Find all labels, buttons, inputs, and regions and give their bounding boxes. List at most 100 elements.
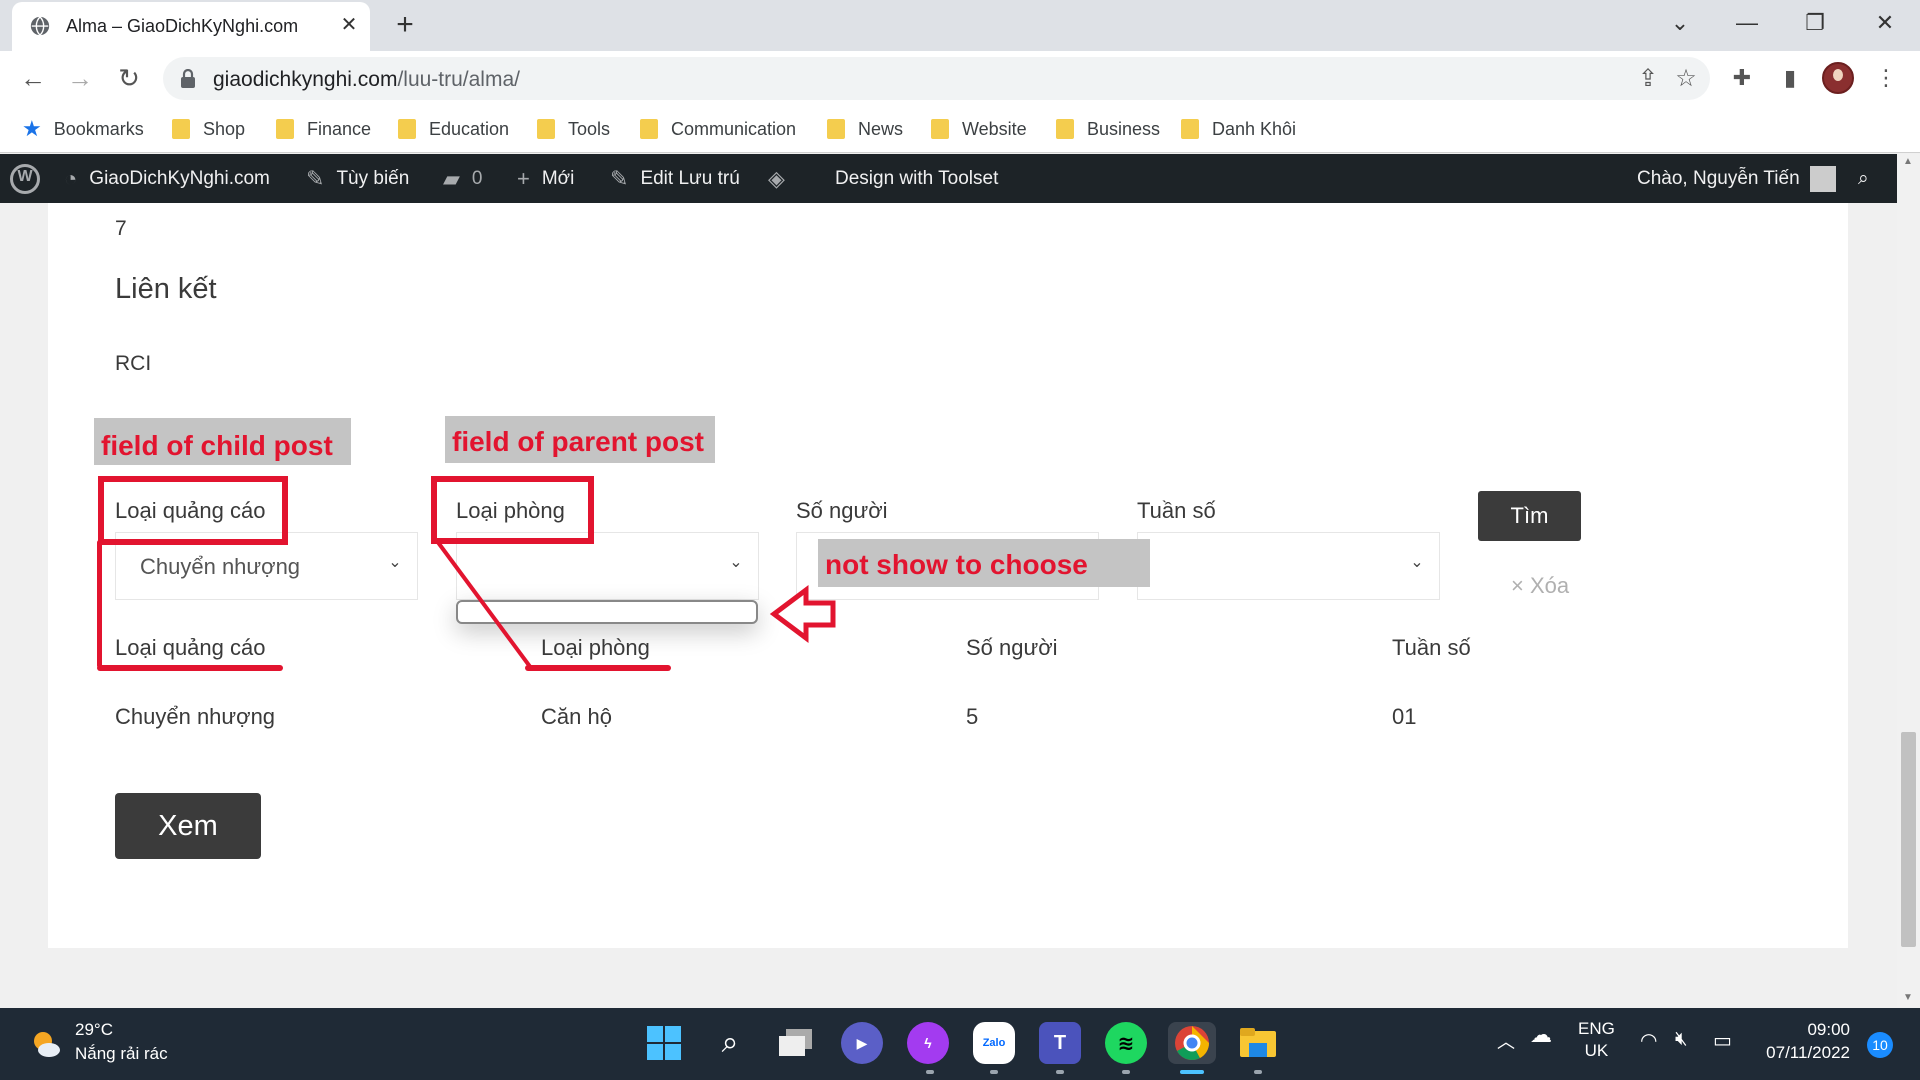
battery-icon[interactable]: ▭ [1713, 1028, 1732, 1053]
task-view-icon[interactable] [775, 1022, 817, 1064]
ad-type-value: Chuyển nhượng [140, 554, 301, 579]
bookmark-finance[interactable]: Finance [276, 116, 371, 142]
running-indicator [990, 1070, 998, 1074]
folder-icon [537, 119, 555, 139]
week-select[interactable]: ⌄ [1137, 532, 1440, 600]
bookmark-communication[interactable]: Communication [640, 116, 796, 142]
wordpress-logo-icon[interactable] [10, 164, 40, 194]
admin-toolset[interactable]: Design with Toolset [835, 166, 998, 192]
browser-toolbar: ← → ↻ giaodichkynghi.com/luu-tru/alma/ ⇪… [0, 51, 1920, 105]
teams-icon[interactable]: T [1039, 1022, 1081, 1064]
scroll-thumb[interactable] [1901, 732, 1916, 947]
pencil-icon: ✎ [610, 166, 629, 191]
language-indicator[interactable]: ENG UK [1578, 1018, 1615, 1062]
side-panel-icon[interactable]: ▮ [1776, 64, 1804, 92]
running-indicator [1254, 1070, 1262, 1074]
bookmark-news[interactable]: News [827, 116, 903, 142]
toolset-icon: ◈ [768, 166, 785, 191]
running-indicator [1122, 1070, 1130, 1074]
room-type-dropdown-empty[interactable] [456, 600, 758, 624]
weather-description[interactable]: Nắng rải rác [75, 1044, 168, 1064]
page-scrollbar[interactable]: ▲ ▼ [1897, 154, 1920, 1007]
admin-comments[interactable]: ▰ 0 [443, 166, 483, 192]
forward-button[interactable]: → [63, 61, 97, 95]
windows-taskbar: 29°C Nắng rải rác ⌕ ▶ ϟ Zalo T ≋ ︿ ☁ ENG… [0, 1008, 1920, 1080]
tray-overflow-icon[interactable]: ︿ [1497, 1028, 1515, 1054]
teams-chat-icon[interactable]: ▶ [841, 1022, 883, 1064]
speaker-muted-icon[interactable]: 🔇︎ [1675, 1028, 1688, 1051]
restore-button[interactable]: ❐ [1795, 8, 1835, 38]
user-avatar [1809, 166, 1836, 192]
folder-icon [640, 119, 658, 139]
underline-room-type-header [525, 665, 671, 671]
extensions-icon[interactable]: ✚ [1728, 64, 1756, 92]
admin-toolset-icon-wrap[interactable]: ◈ [768, 166, 797, 192]
highlight-room-type-label [431, 476, 594, 544]
menu-icon[interactable]: ⋮ [1872, 64, 1900, 92]
file-explorer-icon[interactable] [1237, 1022, 1279, 1064]
minimize-button[interactable]: — [1727, 8, 1767, 38]
profile-avatar[interactable] [1822, 62, 1854, 94]
section-heading: Liên kết [115, 273, 217, 305]
folder-icon [827, 119, 845, 139]
clock[interactable]: 09:00 07/11/2022 [1762, 1018, 1850, 1064]
admin-customize[interactable]: ✎ Tùy biến [306, 166, 409, 192]
search-button[interactable]: Tìm [1478, 491, 1581, 541]
admin-site-name[interactable]: ◔ GiaoDichKyNghi.com [64, 166, 270, 192]
bookmark-education[interactable]: Education [398, 116, 509, 142]
affiliate-value: RCI [115, 352, 152, 375]
lock-icon [181, 69, 195, 88]
tab-search-icon[interactable]: ⌄ [1660, 8, 1700, 38]
chrome-icon[interactable] [1168, 1022, 1216, 1064]
bookmark-bookmarks[interactable]: ★ Bookmarks [22, 116, 144, 142]
bookmark-tools[interactable]: Tools [537, 116, 610, 142]
close-window-button[interactable]: ✕ [1865, 8, 1905, 38]
admin-search-icon[interactable]: ⌕ [1858, 166, 1869, 192]
bookmark-shop[interactable]: Shop [172, 116, 245, 142]
notification-badge[interactable]: 10 [1867, 1032, 1893, 1058]
back-button[interactable]: ← [16, 61, 50, 95]
spotify-icon[interactable]: ≋ [1105, 1022, 1147, 1064]
address-bar[interactable]: giaodichkynghi.com/luu-tru/alma/ ⇪ ☆ [163, 57, 1710, 100]
bookmark-business[interactable]: Business [1056, 116, 1160, 142]
onedrive-icon[interactable]: ☁ [1530, 1022, 1552, 1048]
admin-edit[interactable]: ✎ Edit Lưu trú [610, 166, 740, 192]
comment-icon: ▰ [443, 166, 460, 191]
view-button[interactable]: Xem [115, 793, 261, 859]
filter-label-week: Tuần số [1137, 498, 1216, 523]
folder-icon [172, 119, 190, 139]
globe-icon [30, 15, 50, 37]
start-button[interactable] [643, 1022, 685, 1064]
table-header-week: Tuần số [1392, 635, 1471, 660]
scroll-down-icon[interactable]: ▼ [1903, 992, 1913, 1003]
admin-greeting[interactable]: Chào, Nguyễn Tiến [1637, 166, 1836, 192]
table-cell-people: 5 [966, 704, 979, 729]
folder-icon [276, 119, 294, 139]
table-cell-week: 01 [1392, 704, 1417, 729]
search-taskbar-icon[interactable]: ⌕ [709, 1022, 751, 1064]
reload-button[interactable]: ↻ [112, 61, 146, 95]
weather-temperature[interactable]: 29°C [75, 1020, 113, 1040]
scroll-up-icon[interactable]: ▲ [1903, 156, 1913, 167]
zalo-icon[interactable]: Zalo [973, 1022, 1015, 1064]
underline-ad-type-header [97, 665, 283, 671]
table-cell-room-type: Căn hộ [541, 704, 612, 729]
bookmark-danh-khoi[interactable]: Danh Khôi [1181, 116, 1296, 142]
new-tab-button[interactable]: + [390, 10, 420, 41]
share-icon[interactable]: ⇪ [1635, 66, 1661, 92]
clear-link[interactable]: × Xóa [1511, 573, 1569, 599]
wifi-icon[interactable]: ◠ [1640, 1028, 1657, 1053]
close-tab-icon[interactable]: ✕ [337, 13, 361, 37]
messenger-icon[interactable]: ϟ [907, 1022, 949, 1064]
number-value: 7 [115, 217, 127, 240]
bookmarks-bar: ★ Bookmarks Shop Finance Education Tools … [0, 105, 1920, 153]
plus-icon: + [517, 166, 530, 191]
annotation-child-post: field of child post [94, 418, 351, 465]
bookmark-star-icon[interactable]: ☆ [1673, 66, 1699, 92]
tab-alma[interactable]: Alma – GiaoDichKyNghi.com ✕ [12, 2, 370, 51]
star-icon: ★ [22, 116, 42, 141]
url-text: giaodichkynghi.com/luu-tru/alma/ [213, 68, 520, 91]
bookmark-website[interactable]: Website [931, 116, 1027, 142]
running-indicator [1056, 1070, 1064, 1074]
admin-new[interactable]: + Mới [517, 166, 574, 192]
